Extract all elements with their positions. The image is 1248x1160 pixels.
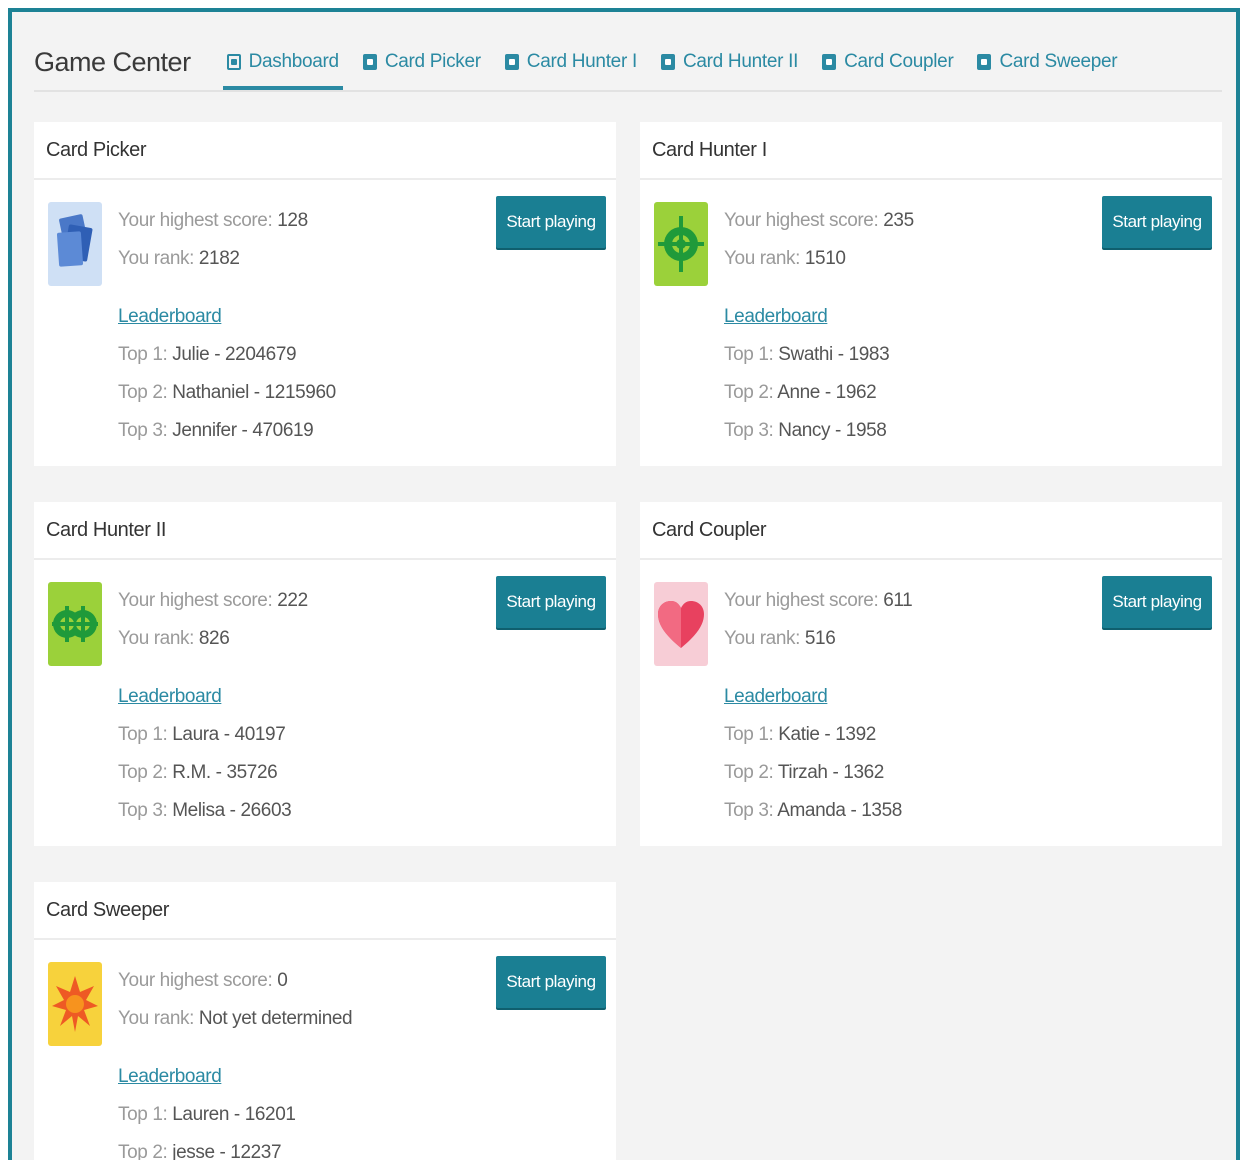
game-info: Your highest score: 235 You rank: 1510 L… [724,202,914,450]
leaderboard-row: Top 1: Lauren - 16201 [118,1104,296,1125]
rank-value: 516 [804,628,836,649]
highest-score-label: Your highest score: [724,590,879,611]
rank-value: 1510 [804,248,846,269]
highest-score-label: Your highest score: [118,590,273,611]
leaderboard-row: Top 2: Tirzah - 1362 [724,762,884,783]
start-playing-button[interactable]: Start playing [1102,196,1212,248]
leaderboard-row: Top 3: Jennifer - 470619 [118,420,314,441]
rank-value: 2182 [198,248,240,269]
game-title: Card Sweeper [34,882,616,940]
leaderboard-link[interactable]: Leaderboard [118,1058,222,1096]
leaderboard-row: Top 1: Swathi - 1983 [724,344,890,365]
game-title: Card Hunter II [34,502,616,560]
start-playing-button[interactable]: Start playing [496,196,606,248]
tab-label: Dashboard [248,51,340,72]
tab-card-hunter-2[interactable]: Card Hunter II [657,34,802,90]
leaderboard-row: Top 2: R.M. - 35726 [118,762,278,783]
tab-label: Card Hunter I [526,51,637,72]
card-icon [660,54,675,70]
leaderboard-row: Top 1: Laura - 40197 [118,724,286,745]
start-playing-button[interactable]: Start playing [496,956,606,1008]
game-title: Card Coupler [640,502,1222,560]
leaderboard-row: Top 2: jesse - 12237 [118,1142,282,1160]
game-info: Your highest score: 222 You rank: 826 Le… [118,582,308,830]
heart-icon [654,582,708,666]
game-title: Card Hunter I [640,122,1222,180]
tab-label: Card Hunter II [682,51,799,72]
starburst-icon [48,962,102,1046]
highest-score-label: Your highest score: [118,970,273,991]
top-navigation: Game Center Dashboard Card Picker Card H… [34,34,1222,92]
tab-label: Card Picker [384,51,481,72]
game-card-card-sweeper: Card Sweeper Your highest score: 0 You r… [34,882,616,1160]
leaderboard-row: Top 1: Katie - 1392 [724,724,876,745]
tab-card-hunter-1[interactable]: Card Hunter I [501,34,641,90]
highest-score-value: 235 [883,210,914,231]
rank-label: You rank: [724,628,800,649]
card-icon [822,54,837,70]
game-info: Your highest score: 0 You rank: Not yet … [118,962,353,1160]
dashboard-icon [226,54,241,70]
tab-label: Card Sweeper [999,51,1118,72]
leaderboard-link[interactable]: Leaderboard [118,678,222,716]
leaderboard-link[interactable]: Leaderboard [118,298,222,336]
highest-score-value: 0 [277,970,288,991]
highest-score-label: Your highest score: [724,210,879,231]
rank-label: You rank: [118,248,194,269]
leaderboard-row: Top 2: Anne - 1962 [724,382,877,403]
rank-label: You rank: [724,248,800,269]
game-card-card-hunter-2: Card Hunter II Your highest score: 222 Y… [34,502,616,846]
card-icon [504,54,519,70]
leaderboard-row: Top 3: Melisa - 26603 [118,800,292,821]
leaderboard-row: Top 1: Julie - 2204679 [118,344,297,365]
start-playing-button[interactable]: Start playing [496,576,606,628]
rank-value: 826 [198,628,230,649]
double-crosshair-icon [48,582,102,666]
tab-card-picker[interactable]: Card Picker [359,34,485,90]
rank-label: You rank: [118,1008,194,1029]
highest-score-value: 611 [883,590,913,611]
tab-card-sweeper[interactable]: Card Sweeper [973,34,1121,90]
leaderboard-row: Top 3: Amanda - 1358 [724,800,902,821]
game-title: Card Picker [34,122,616,180]
game-card-card-picker: Card Picker Your highest score: 128 You … [34,122,616,466]
card-icon [362,54,377,70]
rank-label: You rank: [118,628,194,649]
leaderboard-row: Top 2: Nathaniel - 1215960 [118,382,336,403]
leaderboard-row: Top 3: Nancy - 1958 [724,420,887,441]
highest-score-label: Your highest score: [118,210,273,231]
tab-card-coupler[interactable]: Card Coupler [818,34,957,90]
leaderboard-link[interactable]: Leaderboard [724,678,828,716]
app-window: Game Center Dashboard Card Picker Card H… [8,8,1240,1160]
crosshair-icon [654,202,708,286]
game-card-card-hunter-1: Card Hunter I Your highest score: 235 Yo… [640,122,1222,466]
cards-icon [48,202,102,286]
card-icon [977,54,992,70]
tab-label: Card Coupler [844,51,954,72]
start-playing-button[interactable]: Start playing [1102,576,1212,628]
highest-score-value: 222 [277,590,308,611]
leaderboard-link[interactable]: Leaderboard [724,298,828,336]
game-card-card-coupler: Card Coupler Your highest score: 611 You… [640,502,1222,846]
game-info: Your highest score: 128 You rank: 2182 L… [118,202,336,450]
game-info: Your highest score: 611 You rank: 516 Le… [724,582,913,830]
rank-value: Not yet determined [198,1008,353,1029]
highest-score-value: 128 [277,210,308,231]
tab-dashboard[interactable]: Dashboard [222,34,343,90]
app-title: Game Center [34,46,191,77]
